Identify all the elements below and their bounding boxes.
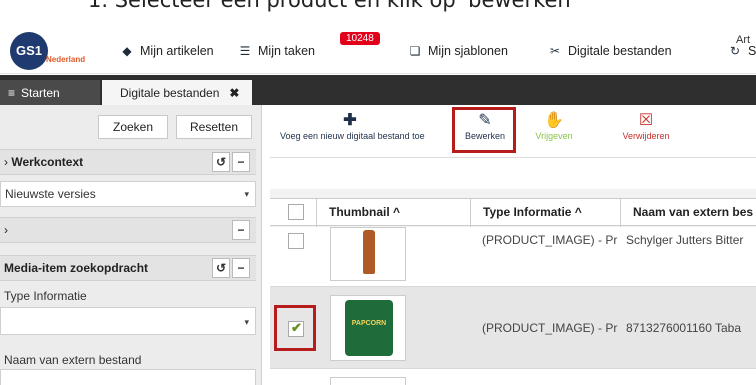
row-name: Schylger Jutters Bitter: [626, 233, 744, 247]
nav-label: Mijn sjablonen: [428, 44, 508, 58]
add-file-button[interactable]: ✚ Voeg een nieuw digitaal bestand toe: [280, 111, 425, 141]
nav-label: Mijn taken: [258, 44, 315, 58]
product-thumbnail: [330, 227, 406, 281]
instruction-text: 1. Selecteer een product en klik op 'bew…: [88, 0, 577, 12]
reset-section-icon[interactable]: ↺: [212, 152, 230, 172]
table-row[interactable]: [270, 369, 756, 385]
collapse-icon[interactable]: −: [232, 220, 250, 240]
logo-subtitle: Nederland: [46, 55, 86, 64]
section-media-item-zoekopdracht[interactable]: Media-item zoekopdracht ↺ −: [0, 255, 256, 281]
release-label: Vrijgeven: [535, 131, 573, 141]
product-thumbnail: PAPCORN: [330, 295, 406, 361]
tab-label: Starten: [21, 85, 60, 100]
header-right-text: Art: [736, 34, 751, 46]
tab-digitale-bestanden[interactable]: Digitale bestanden ✖: [102, 80, 252, 105]
reset-section-icon[interactable]: ↺: [212, 258, 230, 278]
version-select[interactable]: Nieuwste versies ▾: [0, 181, 256, 207]
tab-label: Digitale bestanden: [120, 85, 220, 100]
table-row[interactable]: (PRODUCT_IMAGE) - Pr Schylger Jutters Bi…: [270, 227, 756, 287]
naam-extern-bestand-input[interactable]: [0, 369, 256, 385]
chevron-icon: ›: [4, 223, 8, 237]
section-werkcontext[interactable]: › Werkcontext ↺ −: [0, 149, 256, 175]
add-file-label: Voeg een nieuw digitaal bestand toe: [280, 131, 425, 141]
column-thumbnail[interactable]: Thumbnail ^: [316, 199, 470, 227]
delete-label: Verwijderen: [622, 131, 670, 141]
nav-item-mijn-taken[interactable]: ☰ Mijn taken: [238, 44, 315, 58]
nav-label: S: [748, 44, 756, 58]
section-title: Media-item zoekopdracht: [4, 261, 149, 275]
reset-button[interactable]: Resetten: [176, 115, 252, 139]
section-title: Werkcontext: [11, 155, 84, 169]
thumbs-up-icon: ✋: [544, 112, 564, 129]
chevron-down-icon: ▾: [244, 317, 249, 327]
column-naam-extern-bestand[interactable]: Naam van extern bes: [620, 199, 756, 227]
nav-label: Mijn artikelen: [140, 44, 214, 58]
paperclip-icon: ✂: [549, 44, 561, 58]
release-button[interactable]: ✋ Vrijgeven: [532, 111, 576, 141]
menu-icon: ≡: [8, 85, 16, 100]
tasks-icon: ☰: [239, 44, 251, 58]
version-select-value: Nieuwste versies: [5, 187, 96, 201]
chevron-icon: ›: [4, 155, 8, 169]
logo-mark: GS1: [10, 32, 48, 70]
refresh-icon: ↻: [729, 44, 741, 58]
tab-bar: ≡ Starten Digitale bestanden ✖: [0, 75, 756, 105]
column-type-informatie[interactable]: Type Informatie ^: [470, 199, 620, 227]
checkbox-highlight-box: [274, 305, 316, 351]
delete-button[interactable]: ☒ Verwijderen: [618, 111, 674, 141]
nav-item-mijn-artikelen[interactable]: ◆ Mijn artikelen: [120, 44, 214, 58]
nav-label: Digitale bestanden: [568, 44, 672, 58]
tasks-count-badge: 10248: [340, 32, 380, 45]
popcorn-bag-icon: PAPCORN: [345, 300, 393, 356]
bottle-icon: [363, 230, 375, 274]
row-checkbox[interactable]: [288, 233, 304, 249]
nav-item-mijn-sjablonen[interactable]: ❏ Mijn sjablonen: [408, 44, 508, 58]
row-type: (PRODUCT_IMAGE) - Pr: [482, 233, 618, 247]
collapse-icon[interactable]: −: [232, 152, 250, 172]
row-name: 8713276001160 Taba: [626, 321, 742, 335]
cube-icon: ◆: [122, 44, 132, 58]
tab-starten[interactable]: ≡ Starten: [0, 80, 100, 105]
plus-icon: ✚: [343, 112, 357, 129]
edit-highlight-box: [452, 107, 516, 153]
gs1-logo[interactable]: GS1 Nederland: [6, 30, 94, 72]
collapse-icon[interactable]: −: [232, 258, 250, 278]
search-button[interactable]: Zoeken: [98, 115, 168, 139]
type-informatie-label: Type Informatie: [4, 289, 87, 303]
thumbnail-label: PAPCORN: [351, 320, 387, 327]
naam-extern-bestand-label: Naam van extern bestand: [4, 353, 142, 367]
trash-icon: ☒: [638, 112, 654, 129]
search-panel: Zoeken Resetten › Werkcontext ↺ − Nieuws…: [0, 105, 262, 385]
select-all-checkbox[interactable]: [288, 204, 304, 220]
filter-bar: [270, 157, 756, 189]
grid-header: Thumbnail ^ Type Informatie ^ Naam van e…: [270, 198, 756, 227]
close-icon[interactable]: ✖: [229, 86, 239, 100]
table-row-selected[interactable]: ✔ PAPCORN (PRODUCT_IMAGE) - Pr 871327600…: [270, 287, 756, 369]
top-navigation: GS1 Nederland ◆ Mijn artikelen ☰ Mijn ta…: [0, 28, 756, 74]
copy-icon: ❏: [409, 44, 421, 58]
row-type: (PRODUCT_IMAGE) - Pr: [482, 321, 618, 335]
nav-item-digitale-bestanden[interactable]: ✂ Digitale bestanden: [548, 44, 672, 58]
product-thumbnail: [330, 377, 406, 385]
type-informatie-select[interactable]: ▾: [0, 307, 256, 335]
chevron-down-icon: ▾: [244, 189, 249, 199]
nav-item-more[interactable]: ↻ S: [728, 44, 756, 58]
section-collapsed[interactable]: › −: [0, 217, 256, 243]
